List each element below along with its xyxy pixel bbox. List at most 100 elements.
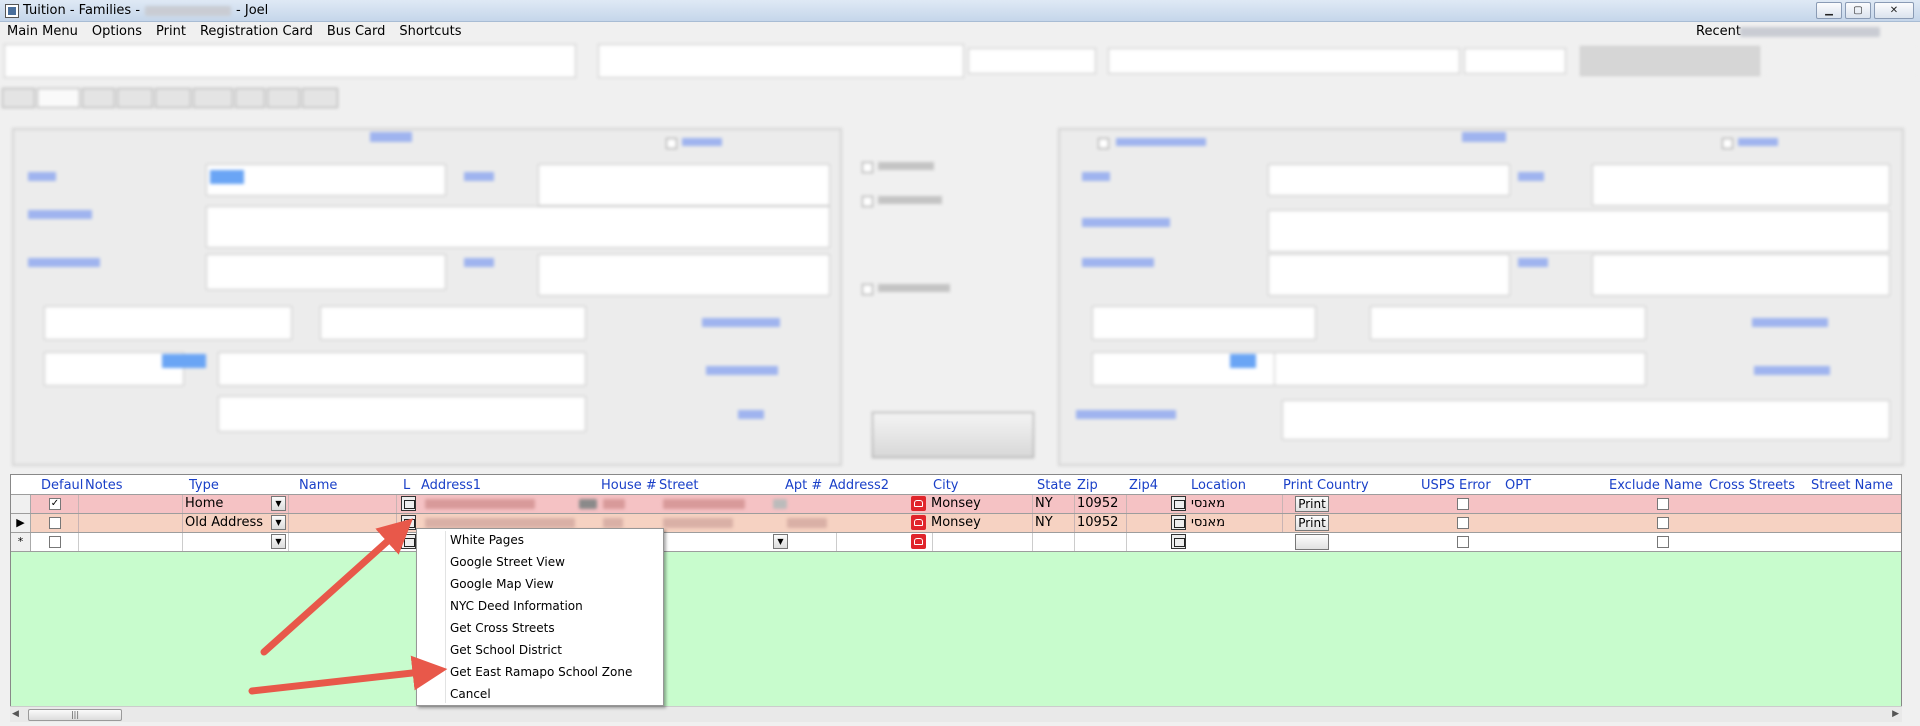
default-checkbox[interactable] bbox=[49, 517, 61, 529]
menu-registration-card[interactable]: Registration Card bbox=[193, 22, 320, 42]
col-country[interactable]: Country bbox=[1317, 478, 1369, 493]
col-street-name[interactable]: Street Name bbox=[1811, 478, 1893, 493]
father-occupation-field[interactable] bbox=[206, 254, 446, 290]
row-header-current[interactable]: ▶ bbox=[11, 514, 31, 532]
record-navigator[interactable] bbox=[1108, 48, 1460, 74]
cell-apt[interactable] bbox=[789, 533, 837, 551]
mother-first-field[interactable] bbox=[1592, 164, 1890, 206]
location-lookup-icon[interactable] bbox=[1171, 534, 1186, 549]
no-statement-checkbox[interactable] bbox=[862, 284, 873, 295]
location-lookup-icon[interactable] bbox=[1171, 496, 1186, 511]
menu-shortcuts[interactable]: Shortcuts bbox=[392, 22, 468, 42]
table-row[interactable]: ▶ Old Address ▼ Monsey NY 10952 מאנסי Pr… bbox=[11, 514, 1901, 533]
cell-zip[interactable] bbox=[1075, 533, 1127, 551]
tab-children[interactable] bbox=[81, 88, 115, 108]
cell-city[interactable] bbox=[929, 533, 1033, 551]
address-lookup-icon[interactable] bbox=[401, 496, 416, 511]
company-name-field[interactable] bbox=[1282, 400, 1890, 440]
cell-city[interactable]: Monsey bbox=[929, 514, 1033, 532]
father-hebrew-field-4[interactable] bbox=[218, 352, 586, 386]
cell-location[interactable]: מאנסי bbox=[1189, 495, 1283, 513]
mother-ignore-checkbox[interactable] bbox=[1722, 138, 1733, 149]
new-family-button[interactable] bbox=[872, 412, 1034, 458]
cell-state[interactable] bbox=[1033, 533, 1075, 551]
extra-field[interactable] bbox=[1464, 48, 1566, 74]
mother-title-field[interactable] bbox=[1268, 164, 1510, 196]
grid-horizontal-scrollbar[interactable]: ◀ ||| ▶ bbox=[10, 706, 1902, 722]
father-hebrew-field-5[interactable] bbox=[218, 396, 586, 432]
year-selector[interactable] bbox=[968, 48, 1096, 74]
menu-item-get-cross-streets[interactable]: Get Cross Streets bbox=[450, 619, 650, 637]
type-dropdown-button[interactable]: ▼ bbox=[271, 515, 286, 530]
scroll-thumb[interactable]: ||| bbox=[28, 709, 122, 721]
row-header[interactable] bbox=[11, 495, 31, 513]
mother-maiden-name-field[interactable] bbox=[1268, 210, 1890, 252]
minimize-button[interactable]: ▁ bbox=[1816, 2, 1842, 19]
phone-field[interactable] bbox=[598, 44, 964, 78]
tab-contact[interactable] bbox=[116, 88, 154, 108]
default-checkbox[interactable]: ✓ bbox=[49, 498, 61, 510]
location-lookup-icon[interactable] bbox=[1171, 515, 1186, 530]
menu-item-google-street-view[interactable]: Google Street View bbox=[450, 553, 650, 571]
menu-item-cancel[interactable]: Cancel bbox=[450, 685, 650, 703]
menu-item-nyc-deed-information[interactable]: NYC Deed Information bbox=[450, 597, 650, 615]
menu-recent[interactable]: Recent bbox=[1696, 22, 1741, 42]
cell-location[interactable]: מאנסי bbox=[1189, 514, 1283, 532]
table-row[interactable]: ✓ Home ▼ Monsey NY 10952 מאנסי Print bbox=[11, 495, 1901, 514]
father-first-field[interactable] bbox=[538, 164, 830, 206]
mother-hebrew-field-4[interactable] bbox=[1274, 352, 1646, 386]
tab-add-info[interactable] bbox=[301, 88, 338, 108]
father-last-name-field[interactable] bbox=[206, 206, 830, 248]
tab-general-info[interactable] bbox=[37, 88, 80, 108]
cell-name[interactable] bbox=[289, 514, 397, 532]
usps-error-checkbox[interactable] bbox=[1457, 498, 1469, 510]
close-button[interactable]: ✕ bbox=[1874, 2, 1914, 19]
type-dropdown-button[interactable]: ▼ bbox=[271, 496, 286, 511]
exclude-name-checkbox[interactable] bbox=[1657, 517, 1669, 529]
col-usps-error[interactable]: USPS Error bbox=[1421, 478, 1491, 493]
col-print[interactable]: Print bbox=[1283, 478, 1313, 493]
menu-item-get-school-district[interactable]: Get School District bbox=[450, 641, 650, 659]
father-ssn-field[interactable] bbox=[538, 254, 830, 296]
col-zip[interactable]: Zip bbox=[1077, 478, 1098, 493]
tab-charges[interactable] bbox=[155, 88, 192, 108]
cell-state[interactable]: NY bbox=[1033, 514, 1075, 532]
scroll-left-arrow-icon[interactable]: ◀ bbox=[12, 709, 19, 719]
cell-city[interactable]: Monsey bbox=[929, 495, 1033, 513]
cell-notes[interactable] bbox=[79, 533, 183, 551]
mother-hebrew-field-3[interactable] bbox=[1092, 352, 1292, 386]
col-zip4[interactable]: Zip4 bbox=[1129, 478, 1158, 493]
car-icon[interactable] bbox=[911, 515, 926, 530]
father-ignore-checkbox[interactable] bbox=[666, 138, 677, 149]
address-lookup-icon[interactable] bbox=[401, 515, 416, 530]
print-button-empty[interactable] bbox=[1295, 534, 1329, 550]
tab-notes[interactable] bbox=[234, 88, 265, 108]
new-table-row[interactable]: * ▼ ▼ bbox=[11, 533, 1901, 552]
col-name[interactable]: Name bbox=[299, 478, 337, 493]
address-lookup-icon[interactable] bbox=[401, 534, 416, 549]
col-l[interactable]: L bbox=[403, 478, 410, 493]
cell-name[interactable] bbox=[289, 495, 397, 513]
col-apt[interactable]: Apt # bbox=[785, 478, 822, 493]
not-active-checkbox[interactable] bbox=[862, 162, 873, 173]
usps-error-checkbox[interactable] bbox=[1457, 536, 1469, 548]
cell-notes[interactable] bbox=[79, 495, 183, 513]
scroll-right-arrow-icon[interactable]: ▶ bbox=[1892, 709, 1899, 719]
col-city[interactable]: City bbox=[933, 478, 958, 493]
row-header-new[interactable]: * bbox=[11, 533, 31, 551]
use-maiden-name-checkbox[interactable] bbox=[1098, 138, 1109, 149]
father-hebrew-field-1[interactable] bbox=[44, 306, 292, 340]
print-button[interactable]: Print bbox=[1295, 496, 1329, 512]
mother-hebrew-field-2[interactable] bbox=[1370, 306, 1646, 340]
tab-search[interactable] bbox=[2, 88, 36, 108]
default-checkbox[interactable] bbox=[49, 536, 61, 548]
cell-zip[interactable]: 10952 bbox=[1075, 514, 1127, 532]
col-address1[interactable]: Address1 bbox=[421, 478, 481, 493]
tab-all-info[interactable] bbox=[266, 88, 300, 108]
menu-options[interactable]: Options bbox=[85, 22, 149, 42]
usps-error-checkbox[interactable] bbox=[1457, 517, 1469, 529]
col-location[interactable]: Location bbox=[1191, 478, 1246, 493]
mother-hebrew-field-1[interactable] bbox=[1092, 306, 1316, 340]
menu-item-white-pages[interactable]: White Pages bbox=[450, 531, 650, 549]
type-dropdown-button[interactable]: ▼ bbox=[271, 534, 286, 549]
